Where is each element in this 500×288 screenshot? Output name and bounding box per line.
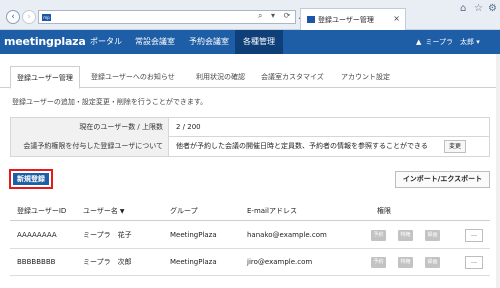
column-header-username[interactable]: ユーザー名 ▼ <box>83 201 125 222</box>
user-name: ミープラ 花子 <box>83 231 132 239</box>
menu-reserved-rooms[interactable]: 予約会議室 <box>189 30 229 54</box>
forward-icon[interactable]: › <box>22 10 36 24</box>
user-table-header: 登録ユーザーID ユーザー名 ▼ グループ E-mailアドレス 権限 <box>10 201 490 221</box>
favorites-star-icon[interactable]: ☆ <box>474 3 483 14</box>
vertical-scrollbar[interactable] <box>496 54 500 288</box>
change-button[interactable]: 変更 <box>444 140 466 153</box>
user-id: AAAAAAAA <box>17 231 57 239</box>
reservation-permission-row: 会議予約権限を付与した登録ユーザについて 他者が予約した会議の開催日時と定員数、… <box>11 137 489 156</box>
tab-close-icon[interactable]: × <box>393 14 400 23</box>
user-info-table: 現在のユーザー数 / 上限数 2 / 200 会議予約権限を付与した登録ユーザに… <box>10 117 490 157</box>
row-more-button[interactable]: … <box>465 256 483 269</box>
tab-registered-users[interactable]: 登録ユーザー管理 <box>10 66 80 89</box>
meetingplaza-logo[interactable]: meetingplaza <box>4 35 86 48</box>
tab-room-customize[interactable]: 会議室カスタマイズ <box>255 66 330 88</box>
site-favicon-icon: mp <box>42 14 51 21</box>
user-count-label: 現在のユーザー数 / 上限数 <box>11 118 169 137</box>
permission-badge-reserve: 予約 <box>371 230 386 241</box>
user-icon: ▲ <box>416 38 422 46</box>
column-header-id[interactable]: 登録ユーザーID <box>17 201 66 221</box>
column-header-group[interactable]: グループ <box>170 201 198 221</box>
sub-tabs: 登録ユーザー管理 登録ユーザーへのお知らせ 利用状況の確認 会議室カスタマイズ … <box>0 66 500 89</box>
row-more-button[interactable]: … <box>465 229 483 242</box>
user-email: hanako@example.com <box>247 231 327 239</box>
user-count-value: 2 / 200 <box>176 123 201 131</box>
table-row: BBBBBBBB ミープラ 次郎 MeetingPlaza jiro@examp… <box>10 249 490 276</box>
reservation-permission-label: 会議予約権限を付与した登録ユーザについて <box>11 137 169 156</box>
user-group: MeetingPlaza <box>170 231 217 239</box>
permission-badge-privilege: 特権 <box>398 230 413 241</box>
user-id: BBBBBBBB <box>17 258 56 266</box>
back-icon[interactable]: ‹ <box>6 10 20 24</box>
user-name: ミープラ 次郎 <box>83 258 132 266</box>
permission-badge-record: 録画 <box>425 257 440 268</box>
user-email: jiro@example.com <box>247 258 313 266</box>
browser-chrome: ‹ › mp ⌕ ▾ ⟳ ▲ 登録ユーザー管理 × ⌂ ☆ ⚙ <box>0 0 500 30</box>
table-row: AAAAAAAA ミープラ 花子 MeetingPlaza hanako@exa… <box>10 222 490 249</box>
tab-title: 登録ユーザー管理 <box>318 16 374 24</box>
browser-tab[interactable]: 登録ユーザー管理 × <box>300 8 406 30</box>
tab-favicon-icon <box>307 16 315 23</box>
sort-down-icon[interactable]: ▼ <box>120 208 125 215</box>
menu-portal[interactable]: ポータル <box>90 30 122 54</box>
new-registration-button[interactable]: 新規登録 <box>9 169 53 189</box>
chevron-down-icon: ▾ <box>476 38 480 46</box>
permission-badge-privilege: 特権 <box>398 257 413 268</box>
settings-gear-icon[interactable]: ⚙ <box>488 3 497 14</box>
tab-account-settings[interactable]: アカウント設定 <box>335 66 396 88</box>
menu-management[interactable]: 各種管理 <box>235 30 283 54</box>
username-header-label: ユーザー名 <box>83 207 118 215</box>
menu-permanent-rooms[interactable]: 常設会議室 <box>135 30 175 54</box>
permission-badge-record: 録画 <box>425 230 440 241</box>
column-header-email[interactable]: E-mailアドレス <box>247 201 297 221</box>
home-icon[interactable]: ⌂ <box>460 3 466 14</box>
permission-badge-reserve: 予約 <box>371 257 386 268</box>
user-name: ミープラ 太郎 <box>425 38 474 46</box>
user-count-row: 現在のユーザー数 / 上限数 2 / 200 <box>11 118 489 137</box>
column-header-permission: 権限 <box>377 207 391 215</box>
user-group: MeetingPlaza <box>170 258 217 266</box>
new-registration-label: 新規登録 <box>13 173 49 185</box>
tab-usage-status[interactable]: 利用状況の確認 <box>190 66 251 88</box>
import-export-button[interactable]: インポート/エクスポート <box>395 171 490 188</box>
tab-user-announcements[interactable]: 登録ユーザーへのお知らせ <box>85 66 181 88</box>
page-description: 登録ユーザーの追加・設定変更・削除を行うことができます。 <box>12 98 208 106</box>
user-menu[interactable]: ▲ ミープラ 太郎 ▾ <box>416 30 480 54</box>
app-header: meetingplaza ポータル 常設会議室 予約会議室 各種管理 ▲ ミープラ… <box>0 30 500 54</box>
reservation-permission-value: 他者が予約した会議の開催日時と定員数、予約者の情報を参照することができる <box>176 142 428 150</box>
